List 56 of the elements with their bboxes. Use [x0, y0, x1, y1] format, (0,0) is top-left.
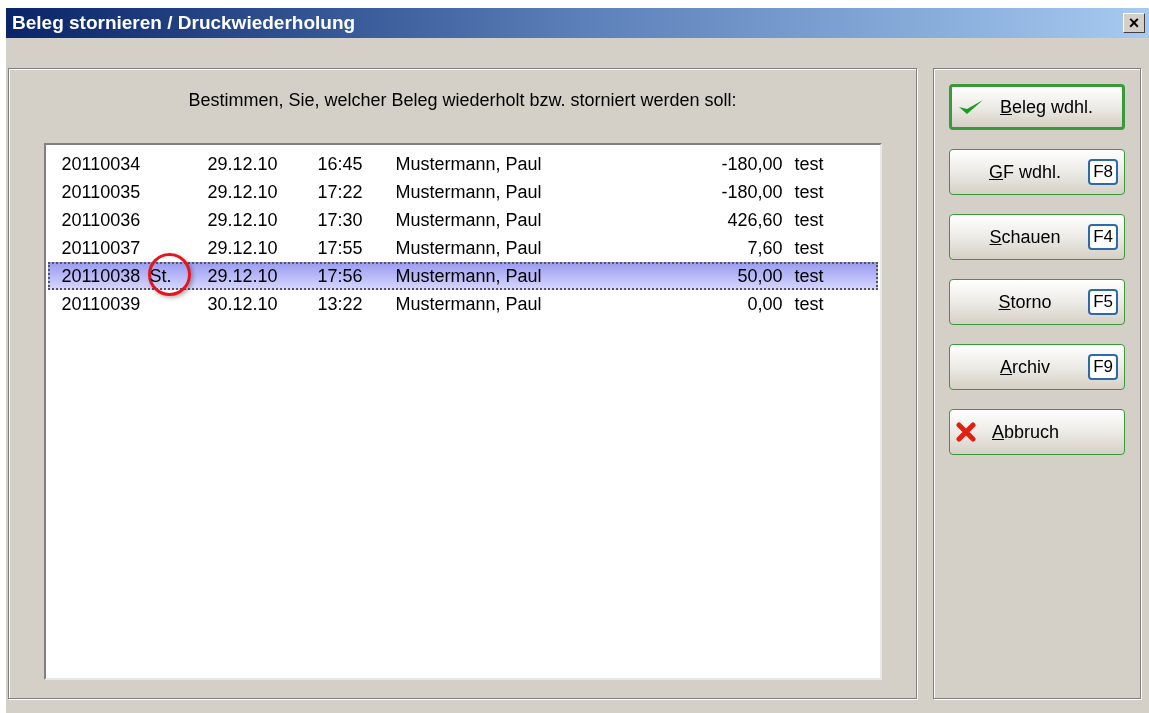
time-cell-text: 16:45 — [317, 152, 364, 176]
shortcut-key: F9 — [1088, 354, 1118, 380]
receipt-number: 20110039 — [61, 292, 142, 316]
time-cell-text: 17:30 — [317, 208, 364, 232]
close-button[interactable]: × — [1123, 13, 1145, 33]
window-title: Beleg stornieren / Druckwiederholung — [12, 10, 356, 35]
customer-name: Mustermann, Paul — [395, 152, 543, 176]
receipt-number: 20110037 — [61, 236, 142, 260]
customer-name: Mustermann, Paul — [395, 236, 543, 260]
amount-cell-text: -180,00 — [720, 152, 783, 176]
shortcut-key: F5 — [1088, 289, 1118, 315]
action-button[interactable]: Archiv F9 — [949, 344, 1125, 390]
checkmark-icon — [958, 98, 984, 116]
customer-name: Mustermann, Paul — [395, 208, 543, 232]
list-row[interactable]: 20110034 29.12.10 16:45 Mustermann, Paul -180,00 test — [47, 150, 878, 178]
receipt-number: 20110038 — [61, 264, 142, 288]
date-cell-text: 29.12.10 — [207, 152, 279, 176]
customer-name: Mustermann, Paul — [395, 292, 543, 316]
amount-cell-text: 0,00 — [746, 292, 783, 316]
note-cell-text: test — [794, 152, 824, 176]
list-row[interactable]: 20110039 30.12.10 13:22 Mustermann, Paul 0,00 test — [47, 290, 878, 318]
action-button[interactable]: GF wdhl. F8 — [949, 149, 1125, 195]
list-row[interactable]: 20110037 29.12.10 17:55 Mustermann, Paul 7,60 test — [47, 234, 878, 262]
list-row[interactable]: 20110035 29.12.10 17:22 Mustermann, Paul -180,00 test — [47, 178, 878, 206]
receipt-number: 20110036 — [61, 208, 142, 232]
customer-name: Mustermann, Paul — [395, 180, 543, 204]
date-cell-text: 29.12.10 — [207, 208, 279, 232]
note-cell-text: test — [794, 180, 824, 204]
amount-cell-text: 50,00 — [736, 264, 783, 288]
time-cell-text: 17:55 — [317, 236, 364, 260]
amount-cell-text: 426,60 — [726, 208, 783, 232]
cross-icon — [956, 422, 976, 442]
list-row[interactable]: 20110036 29.12.10 17:30 Mustermann, Paul 426,60 test — [47, 206, 878, 234]
time-cell-text: 17:22 — [317, 180, 364, 204]
date-cell-text: 29.12.10 — [207, 180, 279, 204]
action-button[interactable]: Beleg wdhl. — [949, 84, 1125, 130]
customer-name: Mustermann, Paul — [395, 264, 543, 288]
time-cell-text: 13:22 — [317, 292, 364, 316]
note-cell-text: test — [794, 292, 824, 316]
shortcut-key: F4 — [1088, 224, 1118, 250]
action-button[interactable]: Storno F5 — [949, 279, 1125, 325]
action-button[interactable]: Abbruch — [949, 409, 1125, 455]
date-cell-text: 30.12.10 — [207, 292, 279, 316]
amount-cell-text: 7,60 — [746, 236, 783, 260]
note-cell-text: test — [794, 264, 824, 288]
prompt-text: Bestimmen, Sie, welcher Beleg wiederholt bzw. storniert werden soll: — [188, 89, 737, 112]
shortcut-key: F8 — [1088, 159, 1118, 185]
note-cell-text: test — [794, 208, 824, 232]
date-cell-text: 29.12.10 — [207, 264, 279, 288]
action-button[interactable]: Schauen F4 — [949, 214, 1125, 260]
receipt-number: 20110035 — [61, 180, 142, 204]
time-cell-text: 17:56 — [317, 264, 364, 288]
note-cell-text: test — [794, 236, 824, 260]
date-cell-text: 29.12.10 — [207, 236, 279, 260]
receipt-number: 20110034 — [61, 152, 142, 176]
amount-cell-text: -180,00 — [720, 180, 783, 204]
